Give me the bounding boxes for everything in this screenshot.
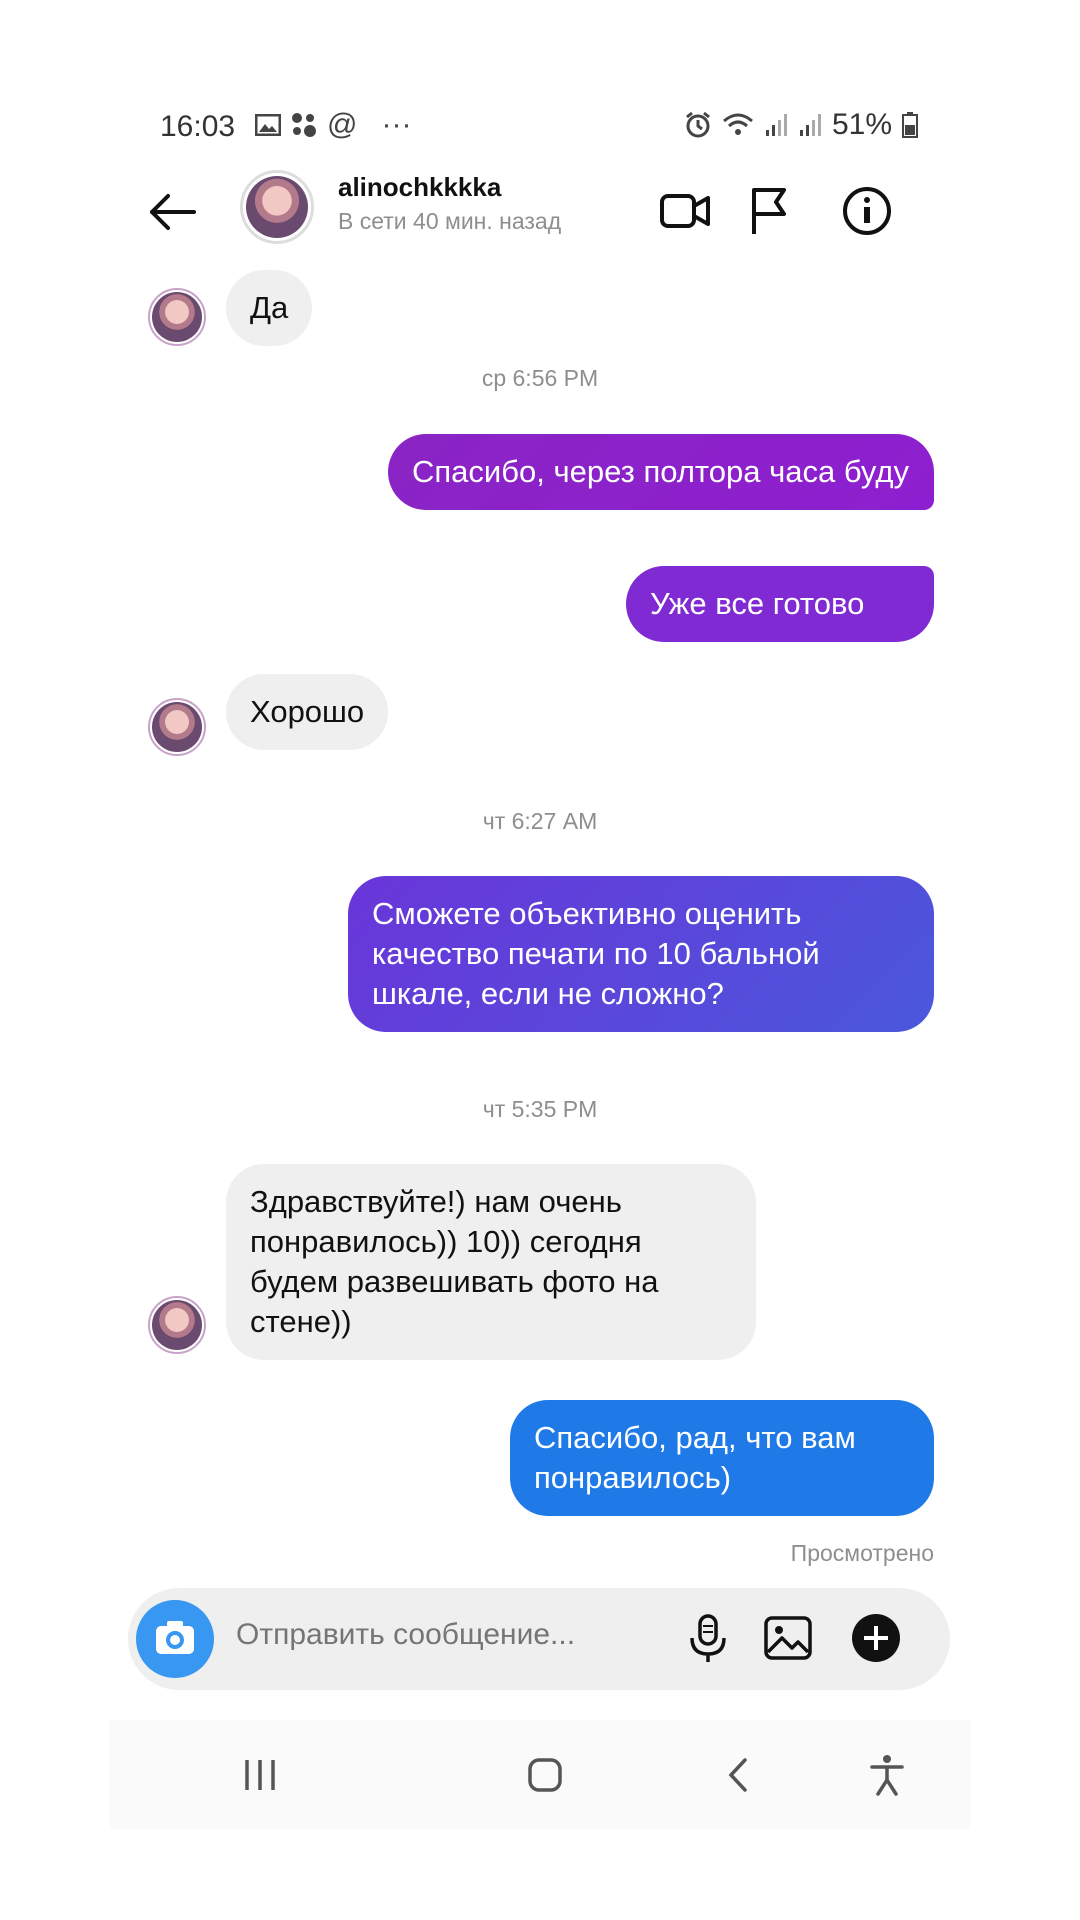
- battery-icon: [902, 112, 918, 138]
- accessibility-icon[interactable]: [862, 1750, 912, 1800]
- notification-icons: @ ···: [255, 108, 411, 142]
- profile-avatar[interactable]: [240, 170, 314, 244]
- message-input[interactable]: [236, 1618, 656, 1652]
- camera-icon: [156, 1621, 194, 1654]
- add-icon[interactable]: [848, 1610, 904, 1666]
- system-icons: 51%: [684, 108, 918, 142]
- system-navigation-bar: [110, 1720, 970, 1830]
- incoming-message[interactable]: Хорошо: [226, 674, 389, 750]
- message-thread[interactable]: Да ср 6:56 PM Спасибо, через полтора час…: [110, 270, 970, 1610]
- more-notifications-icon: ···: [381, 108, 412, 141]
- home-icon[interactable]: [520, 1750, 570, 1800]
- gallery-notification-icon: [255, 114, 281, 136]
- incoming-message[interactable]: Здравствуйте!) нам очень понравилось)) 1…: [226, 1164, 756, 1360]
- seen-receipt: Просмотрено: [790, 1540, 934, 1566]
- sender-avatar[interactable]: [148, 698, 206, 756]
- avatar-image: [246, 176, 308, 238]
- incoming-message[interactable]: Да: [226, 270, 313, 346]
- nav-back-icon[interactable]: [715, 1750, 765, 1800]
- gallery-icon[interactable]: [760, 1610, 816, 1666]
- outgoing-message[interactable]: Спасибо, рад, что вам понравилось): [510, 1400, 934, 1516]
- sender-avatar[interactable]: [148, 1296, 206, 1354]
- status-bar: 16:03 @ ··· 51%: [110, 100, 970, 160]
- timestamp: чт 5:35 PM: [482, 1096, 598, 1122]
- at-notification-icon: @: [327, 108, 358, 141]
- presence-status: В сети 40 мин. назад: [338, 208, 562, 234]
- app-notification-icon: [292, 113, 316, 137]
- signal-icon-2: [799, 114, 821, 136]
- camera-button[interactable]: [136, 1600, 214, 1678]
- signal-icon: [765, 114, 787, 136]
- status-time: 16:03: [160, 110, 236, 143]
- flag-icon[interactable]: [742, 184, 796, 238]
- wifi-icon: [722, 113, 753, 135]
- timestamp: ср 6:56 PM: [481, 365, 599, 391]
- screen: 16:03 @ ··· 51% alinochkkkka В сети 40 м…: [110, 70, 970, 1850]
- chat-username[interactable]: alinochkkkka: [338, 172, 501, 203]
- sender-avatar[interactable]: [148, 288, 206, 346]
- timestamp: чт 6:27 AM: [482, 808, 598, 834]
- info-icon[interactable]: [840, 184, 894, 238]
- alarm-icon: [686, 111, 710, 138]
- message-composer: [128, 1588, 950, 1690]
- recent-apps-icon[interactable]: [235, 1750, 285, 1800]
- chat-header: alinochkkkka В сети 40 мин. назад: [110, 160, 970, 270]
- outgoing-message[interactable]: Уже все готово: [626, 566, 934, 642]
- outgoing-message[interactable]: Спасибо, через полтора часа буду: [388, 434, 934, 510]
- battery-level: 51%: [831, 108, 892, 141]
- video-call-icon[interactable]: [658, 184, 712, 238]
- microphone-icon[interactable]: [680, 1610, 736, 1666]
- outgoing-message[interactable]: Сможете объективно оценить качество печа…: [348, 876, 934, 1032]
- back-arrow-icon[interactable]: [146, 186, 198, 238]
